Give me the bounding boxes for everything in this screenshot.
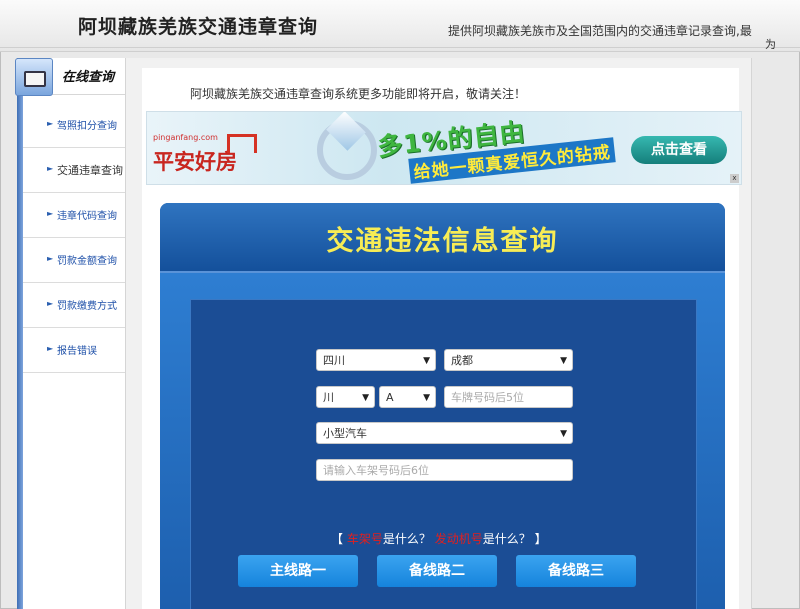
sidebar-header: 在线查询 — [15, 58, 125, 96]
sidebar-menu: ► 驾照扣分查询 ► 交通违章查询 ► 违章代码查询 ► 罚款金额查询 ► 罚款… — [23, 103, 125, 373]
help-links: 【 车架号是什么？ 发动机号是什么？ 】 — [331, 530, 547, 547]
vin-placeholder: 请输入车架号码后6位 — [323, 464, 429, 477]
page-header: 阿坝藏族羌族交通违章查询 提供阿坝藏族羌族市及全国范围内的交通违章记录查询,最 … — [0, 0, 800, 52]
arrow-right-icon: ► — [47, 119, 54, 128]
arrow-right-icon: ► — [47, 299, 54, 308]
engine-help-link[interactable]: 发动机号 — [435, 532, 483, 546]
ad-banner[interactable]: pinganfang.com 平安好房 多1%的自由 给她一颗真爱恒久的钻戒 点… — [146, 111, 742, 185]
plate-letter-value: A — [386, 391, 394, 404]
province-select[interactable]: 四川 ▼ — [316, 349, 436, 371]
vin-input[interactable]: 请输入车架号码后6位 — [316, 459, 573, 481]
sidebar-item-label: 报告错误 — [57, 346, 97, 357]
header-description: 提供阿坝藏族羌族市及全国范围内的交通违章记录查询,最 — [448, 24, 752, 38]
sidebar-item-label: 罚款缴费方式 — [57, 301, 117, 312]
arrow-right-icon: ► — [47, 344, 54, 353]
header-description-wrap: 为 — [765, 38, 776, 51]
main-route-button[interactable]: 主线路一 — [238, 555, 358, 587]
caret-down-icon: ▼ — [560, 356, 567, 366]
ad-brand: 平安好房 — [153, 150, 237, 174]
sidebar-item-violation-query[interactable]: ► 交通违章查询 — [23, 148, 125, 193]
close-icon[interactable]: x — [730, 174, 739, 183]
plate-number-placeholder: 车牌号码后5位 — [451, 391, 524, 404]
ad-brand-url: pinganfang.com — [153, 133, 218, 142]
city-value: 成都 — [451, 354, 473, 367]
province-value: 四川 — [323, 354, 345, 367]
arrow-right-icon: ► — [47, 164, 54, 173]
caret-down-icon: ▼ — [423, 356, 430, 366]
plate-letter-select[interactable]: A ▼ — [379, 386, 436, 408]
caret-down-icon: ▼ — [362, 393, 369, 403]
house-icon — [227, 134, 257, 153]
vin-help-suffix: 是什么？ — [382, 532, 431, 546]
notice-text: 阿坝藏族羌族交通违章查询系统更多功能即将开启，敬请关注！ — [190, 87, 527, 101]
plate-number-input[interactable]: 车牌号码后5位 — [444, 386, 573, 408]
backup-route-two-button[interactable]: 备线路二 — [377, 555, 497, 587]
city-select[interactable]: 成都 ▼ — [444, 349, 573, 371]
bracket-open: 【 — [331, 532, 344, 546]
sidebar-item-label: 违章代码查询 — [57, 211, 117, 222]
panel-title: 交通违法信息查询 — [326, 226, 559, 257]
sidebar-item-report-error[interactable]: ► 报告错误 — [23, 328, 125, 373]
sidebar-title: 在线查询 — [62, 70, 115, 85]
sidebar-item-license-points[interactable]: ► 驾照扣分查询 — [23, 103, 125, 148]
sidebar-item-label: 罚款金额查询 — [57, 256, 117, 267]
site-title: 阿坝藏族羌族交通违章查询 — [78, 16, 319, 38]
sidebar-item-payment-method[interactable]: ► 罚款缴费方式 — [23, 283, 125, 328]
vehicle-type-value: 小型汽车 — [323, 427, 367, 440]
sidebar-item-fine-amount[interactable]: ► 罚款金额查询 — [23, 238, 125, 283]
engine-help-suffix: 是什么？ — [482, 532, 531, 546]
diamond-icon — [326, 112, 366, 151]
arrow-right-icon: ► — [47, 254, 54, 263]
camera-icon — [15, 58, 53, 96]
plate-prefix-select[interactable]: 川 ▼ — [316, 386, 375, 408]
ring-icon — [317, 112, 377, 180]
arrow-right-icon: ► — [47, 209, 54, 218]
sidebar-item-label: 交通违章查询 — [57, 164, 123, 177]
backup-route-three-button[interactable]: 备线路三 — [516, 555, 636, 587]
query-panel: 交通违法信息查询 — [160, 203, 725, 609]
vehicle-type-select[interactable]: 小型汽车 ▼ — [316, 422, 573, 444]
sidebar: 在线查询 ► 驾照扣分查询 ► 交通违章查询 ► 违章代码查询 ► 罚款金额查询… — [15, 58, 125, 609]
plate-prefix-value: 川 — [323, 391, 334, 404]
sidebar-item-label: 驾照扣分查询 — [57, 121, 117, 132]
caret-down-icon: ▼ — [423, 393, 430, 403]
header-divider — [0, 47, 800, 48]
sidebar-item-violation-code[interactable]: ► 违章代码查询 — [23, 193, 125, 238]
bracket-close: 】 — [534, 532, 547, 546]
caret-down-icon: ▼ — [560, 429, 567, 439]
header-divider — [0, 51, 800, 52]
panel-header: 交通违法信息查询 — [160, 203, 725, 273]
vin-help-link[interactable]: 车架号 — [347, 532, 383, 546]
ad-view-button[interactable]: 点击查看 — [631, 136, 727, 164]
